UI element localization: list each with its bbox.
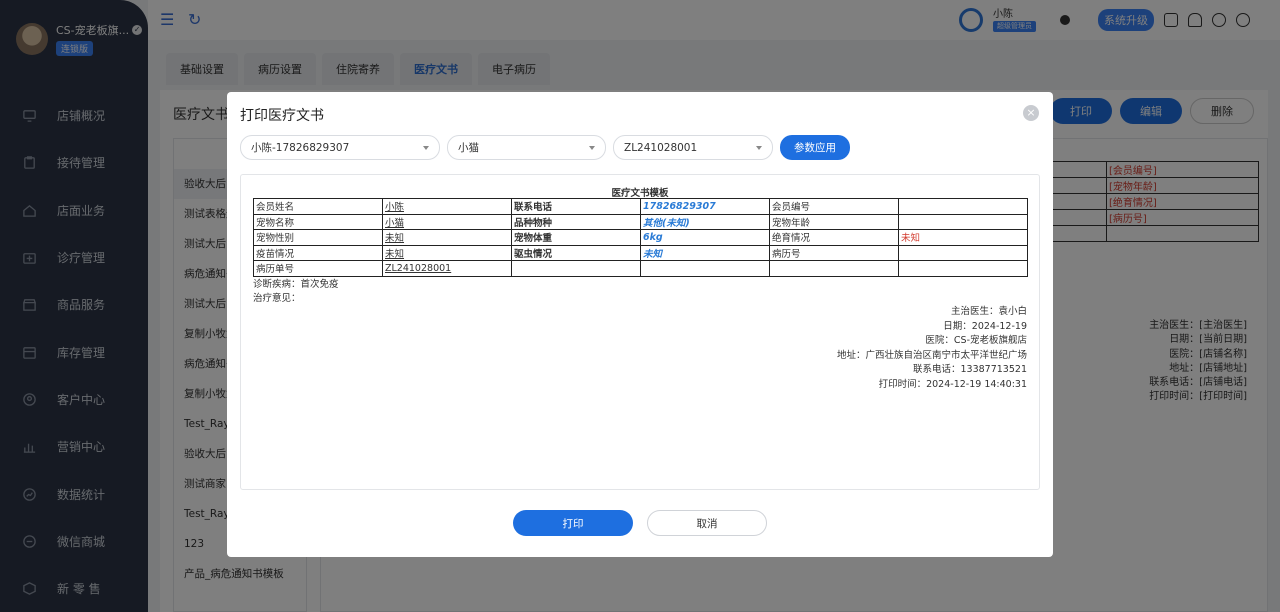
table-row: 疫苗情况 未知 驱虫情况 未知 病历号 [253, 244, 1028, 261]
confirm-print-button[interactable]: 打印 [513, 510, 633, 536]
apply-params-button[interactable]: 参数应用 [780, 135, 850, 160]
pet-select[interactable]: 小猫 [447, 135, 606, 160]
document-title: 医疗文书模板 [611, 188, 669, 199]
chevron-down-icon [589, 145, 595, 150]
diagnosis-text: 诊断疾病：首次免疫 [253, 279, 339, 290]
close-icon[interactable]: × [1023, 105, 1039, 121]
table-row: 病历单号 ZL241028001 [253, 260, 1028, 277]
table-row: 宠物名称 小猫 品种物种 其他(未知) 宠物年龄 [253, 213, 1028, 230]
table-row: 宠物性别 未知 宠物体重 6kg 绝育情况 未知 [253, 229, 1028, 246]
record-select[interactable]: ZL241028001 [613, 135, 773, 160]
document-preview: 医疗文书模板 会员姓名 小陈 联系电话 17826829307 会员编号 宠物名… [240, 174, 1040, 490]
print-dialog: 打印医疗文书 × 小陈-17826829307 小猫 ZL241028001 参… [227, 92, 1053, 557]
table-row: 会员姓名 小陈 联系电话 17826829307 会员编号 [253, 198, 1028, 215]
chevron-down-icon [756, 145, 762, 150]
document-table: 会员姓名 小陈 联系电话 17826829307 会员编号 宠物名称 小猫 品种… [253, 198, 1028, 277]
document-signature: 主治医生：袁小白 日期：2024-12-19 医院：CS-宠老板旗舰店 地址：广… [836, 306, 1027, 390]
member-select[interactable]: 小陈-17826829307 [240, 135, 440, 160]
dialog-title: 打印医疗文书 [240, 108, 324, 124]
treatment-text: 治疗意见： [253, 293, 301, 304]
cancel-button[interactable]: 取消 [647, 510, 767, 536]
chevron-down-icon [423, 145, 429, 150]
